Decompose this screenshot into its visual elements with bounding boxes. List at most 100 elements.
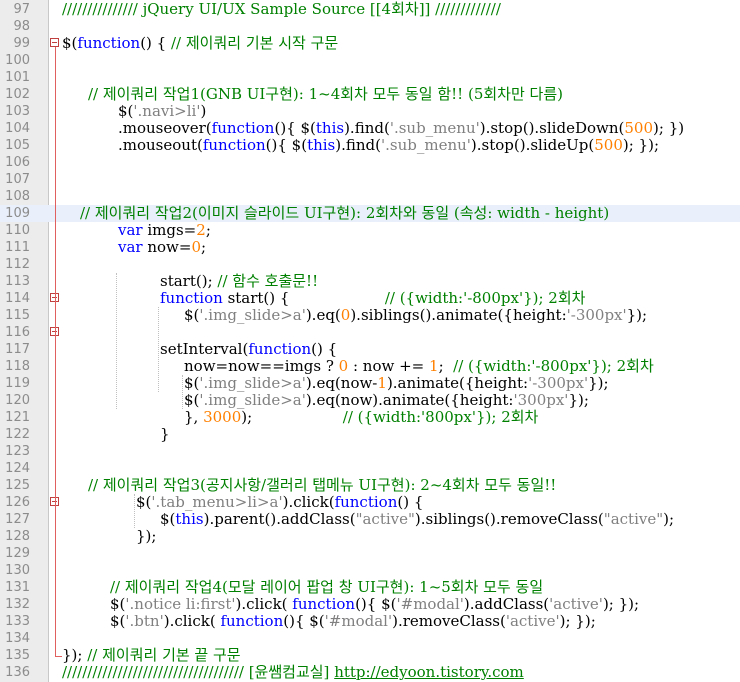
code-token: }); (626, 306, 648, 324)
url-link[interactable]: http://edyoon.tistory.com (334, 663, 524, 681)
string-token: '.img_slide>a' (199, 306, 306, 324)
line-number: 114 (5, 291, 30, 306)
code-line[interactable]: 136 //////////////////////////////////// … (0, 664, 740, 681)
code-line[interactable]: 115 $('.img_slide>a').eq(0).siblings().an… (0, 307, 740, 324)
code-token: ).eq(now).animate({height: (305, 391, 514, 409)
code-text: function start() { // ({width:'-800px'})… (160, 290, 585, 307)
code-text: $('.navi>li') (118, 103, 206, 120)
code-line[interactable]: 121}, 3000); // ({width:'800px'}); 2회차 (0, 409, 740, 426)
fold-end-icon (55, 647, 62, 657)
code-line[interactable]: 131 // 제이쿼리 작업4(모달 레이어 팝업 창 UI구현): 1~5회차 … (0, 579, 740, 596)
code-line[interactable]: 129 (0, 545, 740, 562)
line-number: 136 (5, 665, 30, 680)
code-token: ).removeClass( (392, 612, 506, 630)
code-line[interactable]: 116 (0, 324, 740, 341)
string-token: '300px' (513, 391, 569, 409)
code-line[interactable]: 98 (0, 18, 740, 35)
code-line[interactable]: 108 (0, 188, 740, 205)
code-token: $( (160, 510, 176, 528)
line-number: 135 (5, 648, 30, 663)
line-number: 134 (5, 631, 30, 646)
string-token: '#modal' (396, 595, 464, 613)
code-line[interactable]: 135 }); // 제이쿼리 기본 끝 구문 (0, 647, 740, 664)
fold-toggle-icon[interactable] (50, 38, 59, 47)
code-line[interactable]: 124 (0, 460, 740, 477)
string-token: '-300px' (566, 306, 627, 324)
code-text: }, 3000); // ({width:'800px'}); 2회차 (184, 409, 538, 426)
code-line[interactable]: 112 (0, 256, 740, 273)
code-line[interactable]: 126 $('.tab_menu>li>a').click(function() … (0, 494, 740, 511)
keyword-token: function (334, 493, 398, 511)
code-line[interactable]: 109 // 제이쿼리 작업2(이미지 슬라이드 UI구현): 2회차와 동일 (… (0, 205, 740, 222)
code-line[interactable]: 102 // 제이쿼리 작업1(GNB UI구현): 1~4회차 모두 동일 함!… (0, 86, 740, 103)
code-line[interactable]: 134 (0, 630, 740, 647)
line-number: 109 (5, 206, 30, 221)
code-line[interactable]: 97 /////////////// jQuery UI/UX Sample So… (0, 1, 740, 18)
code-token: }); (568, 391, 589, 409)
line-number: 97 (13, 2, 30, 17)
code-line[interactable]: 110 var imgs=2; (0, 222, 740, 239)
string-token: '.img_slide>a' (199, 374, 306, 392)
code-line[interactable]: 114 function start() { // ({width:'-800px… (0, 290, 740, 307)
line-number: 127 (5, 512, 30, 527)
code-line[interactable]: 118 now=now==imgs ? 0 : now += 1; // ({wi… (0, 358, 740, 375)
code-token: $( (184, 306, 200, 324)
line-number: 119 (5, 376, 30, 391)
code-token: .mouseout( (118, 136, 203, 154)
line-number: 125 (5, 478, 30, 493)
code-line[interactable]: 123 (0, 443, 740, 460)
line-number: 113 (5, 274, 30, 289)
code-text: // 제이쿼리 작업4(모달 레이어 팝업 창 UI구현): 1~5회차 모두 … (110, 579, 543, 596)
line-number: 126 (5, 495, 30, 510)
line-number: 106 (5, 155, 30, 170)
code-token: ).eq( (305, 306, 341, 324)
keyword-token: this (175, 510, 204, 528)
code-line[interactable]: 132 $('.notice li:first').click( function… (0, 596, 740, 613)
code-editor[interactable]: 97 /////////////// jQuery UI/UX Sample So… (0, 0, 740, 682)
keyword-token: var (118, 238, 143, 256)
code-text: now=now==imgs ? 0 : now += 1; // ({width… (184, 358, 654, 375)
code-line[interactable]: 104 .mouseover(function(){ $(this).find('… (0, 120, 740, 137)
line-number: 120 (5, 393, 30, 408)
code-line[interactable]: 133 $('.btn').click( function(){ $('#moda… (0, 613, 740, 630)
line-number: 102 (5, 87, 30, 102)
code-line[interactable]: 127 $(this).parent().addClass("active").s… (0, 511, 740, 528)
keyword-token: function (160, 289, 223, 307)
code-line[interactable]: 105 .mouseout(function(){ $(this).find('.… (0, 137, 740, 154)
code-line[interactable]: 103 $('.navi>li') (0, 103, 740, 120)
code-line[interactable]: 113 start(); // 함수 호출문!! (0, 273, 740, 290)
code-line[interactable]: 111 var now=0; (0, 239, 740, 256)
string-token: '-300px' (528, 374, 589, 392)
code-token: ).animate({height: (386, 374, 529, 392)
code-line[interactable]: 106 (0, 154, 740, 171)
line-number: 101 (5, 70, 30, 85)
line-number: 117 (5, 342, 30, 357)
code-line[interactable]: 99 $(function() { // 제이쿼리 기본 시작 구문 (0, 35, 740, 52)
code-text: start(); // 함수 호출문!! (160, 273, 318, 290)
code-line[interactable]: 101 (0, 69, 740, 86)
code-token: $( (118, 102, 134, 120)
code-line[interactable]: 130 (0, 562, 740, 579)
code-text: }); // 제이쿼리 기본 끝 구문 (62, 647, 241, 664)
keyword-token: this (315, 119, 345, 137)
code-line[interactable]: 128}); (0, 528, 740, 545)
comment-token: // 제이쿼리 기본 시작 구문 (171, 34, 339, 52)
line-number: 116 (5, 325, 30, 340)
code-token: start(); (160, 272, 218, 290)
line-number: 123 (5, 444, 30, 459)
string-token: '.tab_menu>li>a' (151, 493, 283, 511)
number-token: 3000 (203, 408, 242, 426)
code-line[interactable]: 107 (0, 171, 740, 188)
keyword-token: function (202, 136, 266, 154)
code-line[interactable]: 117 setInterval(function() { (0, 341, 740, 358)
code-line[interactable]: 125 // 제이쿼리 작업3(공지사항/갤러리 탭메뉴 UI구현): 2~4회차… (0, 477, 740, 494)
code-line[interactable]: 122} (0, 426, 740, 443)
code-line[interactable]: 120 $('.img_slide>a').eq(now).animate({he… (0, 392, 740, 409)
line-number: 128 (5, 529, 30, 544)
code-line[interactable]: 100 (0, 52, 740, 69)
string-token: 'active' (505, 612, 560, 630)
line-number: 112 (5, 257, 30, 272)
code-line[interactable]: 119 $('.img_slide>a').eq(now-1).animate({… (0, 375, 740, 392)
line-number: 110 (5, 223, 30, 238)
keyword-token: function (77, 34, 141, 52)
